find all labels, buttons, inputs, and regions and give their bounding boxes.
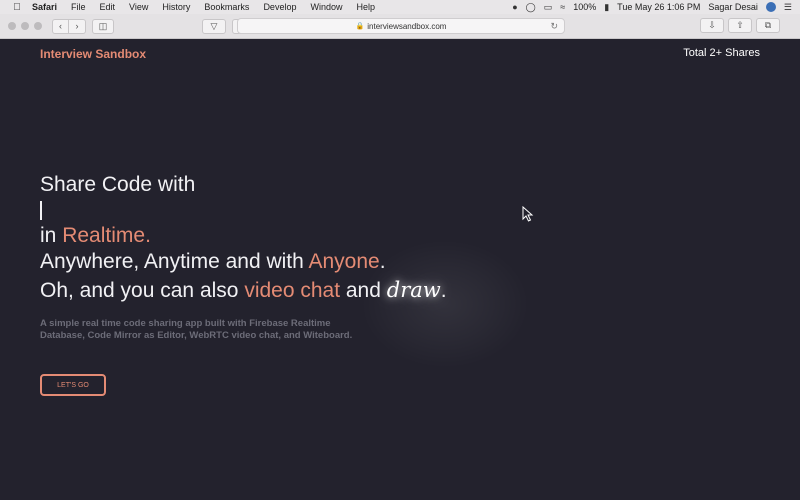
chevron-right-icon: ›: [75, 21, 79, 31]
hero-text: Oh, and you can also: [40, 279, 245, 302]
user-name[interactable]: Sagar Desai: [708, 2, 758, 12]
window-controls: [8, 22, 42, 30]
hero-heading: Share Code with in Realtime. Anywhere, A…: [40, 172, 447, 304]
share-count: Total 2+ Shares: [683, 47, 760, 59]
menu-bookmarks[interactable]: Bookmarks: [204, 2, 249, 12]
tabs-icon: ⧉: [764, 20, 772, 30]
lets-go-button[interactable]: LET'S GO: [40, 374, 106, 396]
hero-line-1: Share Code with: [40, 173, 196, 196]
battery-icon[interactable]: ▮: [604, 2, 609, 13]
menu-view[interactable]: View: [129, 2, 148, 12]
hero-line-3: in Realtime.: [40, 223, 447, 249]
web-page: Interview Sandbox Total 2+ Shares Share …: [0, 39, 800, 500]
hero-description: A simple real time code sharing app buil…: [40, 318, 353, 341]
hero-text: Anywhere, Anytime and with: [40, 249, 309, 273]
record-icon[interactable]: ●: [512, 2, 517, 12]
hero-accent-anyone: Anyone: [308, 249, 380, 273]
reload-icon[interactable]: ↻: [550, 21, 558, 32]
hero-accent-realtime: Realtime: [62, 224, 146, 247]
creative-cloud-icon[interactable]: ◯: [526, 2, 536, 13]
downloads-button[interactable]: ⇩: [700, 18, 724, 33]
chevron-left-icon: ‹: [59, 21, 62, 31]
typing-cursor: [40, 201, 42, 221]
close-window-button[interactable]: [8, 22, 16, 30]
airplay-icon[interactable]: ▭: [544, 2, 553, 13]
hero-accent-video-chat: video chat: [244, 279, 341, 302]
clock[interactable]: Tue May 26 1:06 PM: [617, 2, 700, 12]
hero-text: in: [40, 224, 63, 247]
hero-text: and: [340, 279, 387, 302]
hero-line-2: [40, 198, 447, 224]
hero-line-5: Oh, and you can also video chat and draw…: [40, 278, 447, 304]
url-text: interviewsandbox.com: [367, 21, 447, 31]
safari-toolbar: ‹ › ◫ ▽ ▣ 🔒 interviewsandbox.com ↻ ⇩ ⇧ ⧉…: [0, 14, 800, 49]
hero-draw-word: draw: [386, 278, 441, 302]
share-button[interactable]: ⇧: [728, 18, 752, 33]
menu-edit[interactable]: Edit: [100, 2, 116, 12]
back-button[interactable]: ‹: [52, 18, 69, 34]
zoom-window-button[interactable]: [34, 22, 42, 30]
menu-develop[interactable]: Develop: [263, 2, 296, 12]
siri-icon[interactable]: [765, 2, 776, 12]
menu-app-name[interactable]: Safari: [32, 2, 57, 12]
nav-buttons: ‹ ›: [52, 18, 86, 34]
menu-help[interactable]: Help: [356, 2, 375, 12]
address-bar[interactable]: 🔒 interviewsandbox.com ↻: [237, 18, 565, 34]
battery-percent: 100%: [573, 2, 597, 12]
tabs-overview-button[interactable]: ⧉: [756, 18, 780, 33]
notification-center-icon[interactable]: ☰: [784, 2, 792, 13]
minimize-window-button[interactable]: [21, 22, 29, 30]
menu-file[interactable]: File: [71, 2, 86, 12]
apple-icon[interactable]: : [10, 2, 24, 13]
hero-period: .: [440, 279, 447, 302]
hero-period: .: [145, 224, 151, 247]
download-icon: ⇩: [708, 20, 716, 30]
mouse-pointer-icon: [522, 206, 534, 222]
menu-window[interactable]: Window: [310, 2, 342, 12]
site-logo[interactable]: Interview Sandbox: [40, 47, 146, 61]
status-area: ● ◯ ▭ ≈ 100% ▮ Tue May 26 1:06 PM Sagar …: [512, 2, 792, 13]
pocket-button[interactable]: ▽: [202, 18, 226, 34]
forward-button[interactable]: ›: [69, 18, 86, 34]
mac-menu-bar:  Safari File Edit View History Bookmark…: [0, 0, 800, 14]
menu-history[interactable]: History: [162, 2, 190, 12]
sidebar-button[interactable]: ◫: [92, 18, 114, 34]
wifi-icon[interactable]: ≈: [560, 2, 565, 12]
sidebar-icon: ◫: [98, 20, 108, 31]
lock-icon: 🔒: [355, 23, 365, 30]
share-icon: ⇧: [736, 20, 744, 30]
pocket-icon: ▽: [210, 20, 218, 31]
hero-line-4: Anywhere, Anytime and with Anyone.: [40, 249, 447, 275]
hero-period: .: [379, 249, 386, 273]
